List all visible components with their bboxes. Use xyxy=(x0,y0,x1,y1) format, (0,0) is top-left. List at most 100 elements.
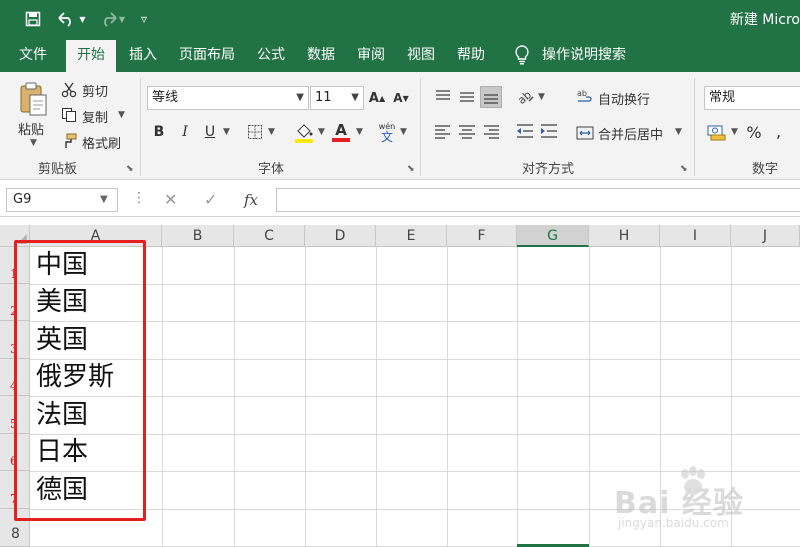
alignment-group-label: 对齐方式 xyxy=(522,162,575,177)
chevron-down-icon[interactable]: ▼ xyxy=(296,87,304,109)
cut-button[interactable]: 剪切 xyxy=(82,81,108,100)
font-color-button[interactable]: A xyxy=(330,120,352,144)
baidu-jingyan-watermark: Bai 经验 jingyan.baidu.com xyxy=(614,466,794,536)
copy-button[interactable]: 复制 xyxy=(82,107,108,126)
tab-page-layout[interactable]: 页面布局 xyxy=(172,38,242,72)
column-header-h[interactable]: H xyxy=(589,225,660,247)
tab-home[interactable]: 开始 xyxy=(66,40,116,72)
column-header-d[interactable]: D xyxy=(305,225,376,247)
align-right-icon[interactable] xyxy=(480,120,502,142)
alignment-launcher-icon[interactable]: ⬊ xyxy=(680,164,688,174)
highlight-box xyxy=(14,240,146,521)
undo-icon[interactable]: ▼ xyxy=(56,7,86,31)
phonetic-guide-button[interactable]: wén 文 xyxy=(376,118,398,146)
tab-help[interactable]: 帮助 xyxy=(450,38,492,72)
wrap-text-icon[interactable]: ab xyxy=(576,86,594,108)
enter-icon[interactable]: ✓ xyxy=(204,188,217,212)
copy-dropdown-icon[interactable]: ▼ xyxy=(118,110,125,120)
tab-insert[interactable]: 插入 xyxy=(122,38,164,72)
watermark-url: jingyan.baidu.com xyxy=(618,516,729,530)
borders-dropdown-icon[interactable]: ▼ xyxy=(268,127,275,137)
merge-center-button[interactable]: 合并后居中 xyxy=(598,124,663,143)
fill-color-icon[interactable] xyxy=(292,120,316,144)
copy-icon[interactable] xyxy=(60,106,78,124)
align-top-icon[interactable] xyxy=(432,86,454,108)
font-size-combo[interactable]: 11 ▼ xyxy=(310,86,364,110)
underline-dropdown-icon[interactable]: ▼ xyxy=(223,127,230,137)
shrink-font-button[interactable]: A ▼ xyxy=(392,88,410,108)
column-header-e[interactable]: E xyxy=(376,225,447,247)
accounting-dropdown-icon[interactable]: ▼ xyxy=(731,127,738,137)
fill-color-dropdown-icon[interactable]: ▼ xyxy=(318,127,325,137)
font-launcher-icon[interactable]: ⬊ xyxy=(407,164,415,174)
align-middle-icon[interactable] xyxy=(456,86,478,108)
font-color-icon: A xyxy=(335,121,347,139)
lightbulb-icon[interactable] xyxy=(514,45,530,65)
row-number: 8 xyxy=(11,526,20,542)
tab-data[interactable]: 数据 xyxy=(300,38,342,72)
phonetic-dropdown-icon[interactable]: ▼ xyxy=(400,127,407,137)
tab-formulas[interactable]: 公式 xyxy=(250,38,292,72)
gridline xyxy=(517,247,518,547)
formula-bar-splitter-icon[interactable]: ⋮ xyxy=(132,190,146,206)
save-icon[interactable] xyxy=(22,7,44,31)
gridline xyxy=(376,247,377,547)
merge-dropdown-icon[interactable]: ▼ xyxy=(675,127,682,137)
font-group-label: 字体 xyxy=(258,162,285,177)
increase-indent-icon[interactable] xyxy=(538,120,560,142)
bold-button[interactable]: B xyxy=(150,122,168,142)
wrap-text-button[interactable]: 自动换行 xyxy=(598,89,650,108)
decrease-indent-icon[interactable] xyxy=(514,120,536,142)
number-format-value: 常规 xyxy=(709,90,736,105)
tell-me-search[interactable]: 操作说明搜索 xyxy=(542,38,626,72)
column-header-b[interactable]: B xyxy=(162,225,234,247)
phonetic-char: 文 xyxy=(380,130,393,144)
orientation-icon[interactable]: ab xyxy=(514,86,536,108)
chevron-down-icon[interactable]: ▼ xyxy=(100,188,108,212)
cancel-icon[interactable]: ✕ xyxy=(164,188,177,212)
formula-input[interactable] xyxy=(276,188,800,212)
number-format-combo[interactable]: 常规 xyxy=(704,86,800,110)
column-header-j[interactable]: J xyxy=(731,225,800,247)
grow-font-button[interactable]: A ▲ xyxy=(368,88,386,108)
merge-center-icon[interactable] xyxy=(576,122,594,144)
borders-icon[interactable] xyxy=(244,122,266,142)
document-title: 新建 Micro xyxy=(729,12,800,28)
format-painter-icon[interactable] xyxy=(60,132,78,150)
paste-button[interactable]: 粘贴 xyxy=(18,119,44,138)
shrink-font-icon: A xyxy=(393,91,403,105)
paste-icon[interactable] xyxy=(16,80,50,118)
customize-quick-access-icon[interactable]: ▿ xyxy=(136,7,152,31)
orientation-dropdown-icon[interactable]: ▼ xyxy=(538,92,545,102)
cut-icon[interactable] xyxy=(60,81,78,99)
svg-text:ab: ab xyxy=(515,88,534,107)
align-bottom-icon[interactable] xyxy=(480,86,502,108)
underline-button[interactable]: U xyxy=(201,122,219,142)
paste-dropdown-icon[interactable]: ▼ xyxy=(30,138,37,148)
column-header-c[interactable]: C xyxy=(234,225,305,247)
font-name-combo[interactable]: 等线 ▼ xyxy=(147,86,309,110)
tab-review[interactable]: 审阅 xyxy=(350,38,392,72)
chevron-down-icon[interactable]: ▼ xyxy=(351,87,359,109)
format-painter-button[interactable]: 格式刷 xyxy=(82,133,121,152)
column-header-g[interactable]: G xyxy=(517,225,589,247)
percent-style-button[interactable]: % xyxy=(745,122,763,142)
tab-view[interactable]: 视图 xyxy=(400,38,442,72)
gridline xyxy=(234,247,235,547)
accounting-format-icon[interactable] xyxy=(706,122,728,142)
group-divider xyxy=(140,78,141,176)
font-color-dropdown-icon[interactable]: ▼ xyxy=(356,127,363,137)
number-group-label: 数字 xyxy=(752,162,779,177)
redo-icon[interactable]: ▼ xyxy=(96,7,126,31)
clipboard-launcher-icon[interactable]: ⬊ xyxy=(126,164,134,174)
comma-style-icon[interactable]: , xyxy=(776,122,781,141)
italic-button[interactable]: I xyxy=(176,122,194,142)
column-header-f[interactable]: F xyxy=(447,225,517,247)
tab-file[interactable]: 文件 xyxy=(12,38,54,72)
align-center-icon[interactable] xyxy=(456,120,478,142)
insert-function-icon[interactable]: fx xyxy=(244,188,258,212)
gridline xyxy=(447,247,448,547)
align-left-icon[interactable] xyxy=(432,120,454,142)
ribbon-home: 粘贴 ▼ 剪切 复制 ▼ 格式刷 剪贴板 ⬊ 等线 ▼ 11 ▼ A ▲ A ▼ B… xyxy=(0,72,800,180)
column-header-i[interactable]: I xyxy=(660,225,731,247)
